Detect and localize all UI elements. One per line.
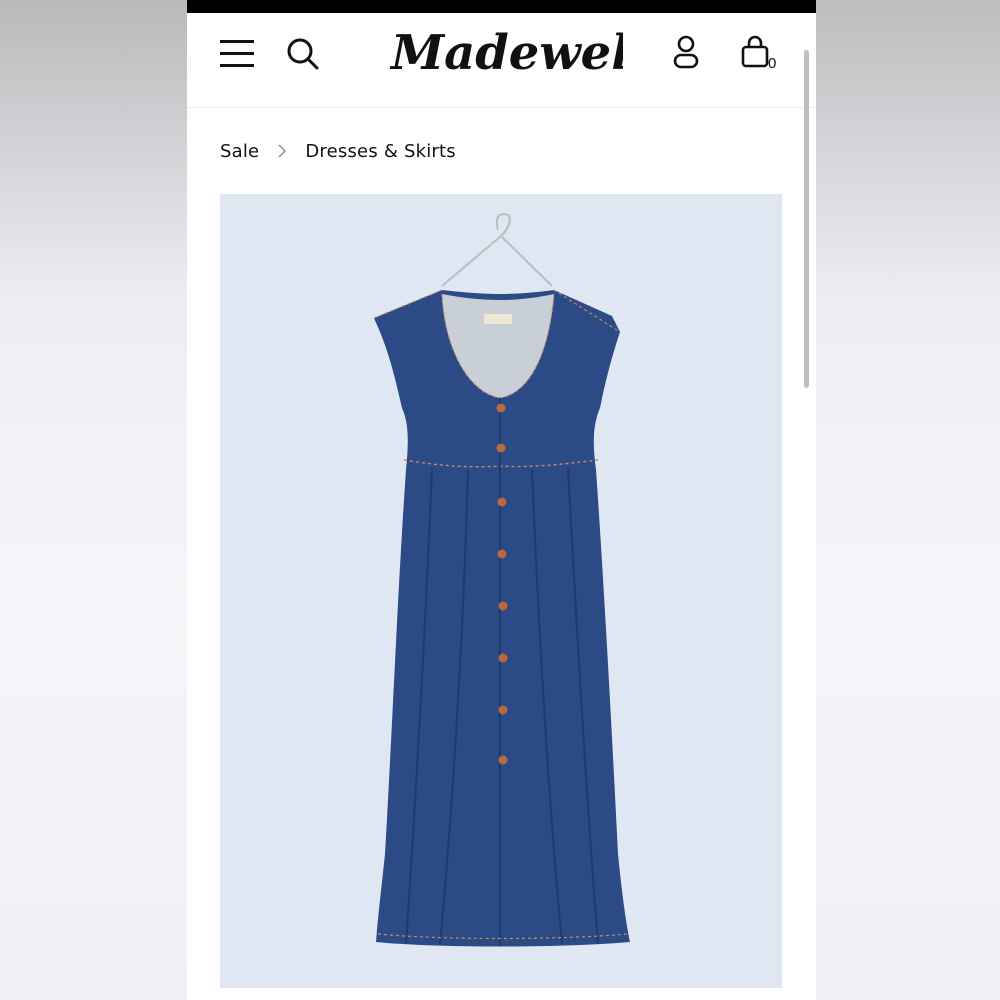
dress-label [484,314,512,324]
search-icon[interactable] [286,35,320,71]
site-header: Madewell 0 [187,13,816,108]
madewell-logo[interactable]: Madewell [387,19,623,89]
account-icon[interactable] [672,35,700,71]
hamburger-menu-icon[interactable] [220,38,256,68]
chevron-right-icon [278,144,287,158]
mobile-screen: Madewell 0 Sale Dresses & Skirts [187,0,816,1000]
product-image[interactable] [220,194,782,988]
logo-text: Madewell [389,25,623,81]
right-background-blur [816,0,1000,1000]
breadcrumb-item-dresses-skirts[interactable]: Dresses & Skirts [305,141,456,162]
hanger [441,212,553,287]
breadcrumb: Sale Dresses & Skirts [220,136,456,166]
breadcrumb-item-sale[interactable]: Sale [220,141,259,162]
scrollbar[interactable] [804,50,809,388]
left-background-blur [0,0,187,1000]
bag-item-count: 0 [768,55,777,72]
denim-dress-illustration [373,212,630,947]
status-bar [187,0,816,13]
